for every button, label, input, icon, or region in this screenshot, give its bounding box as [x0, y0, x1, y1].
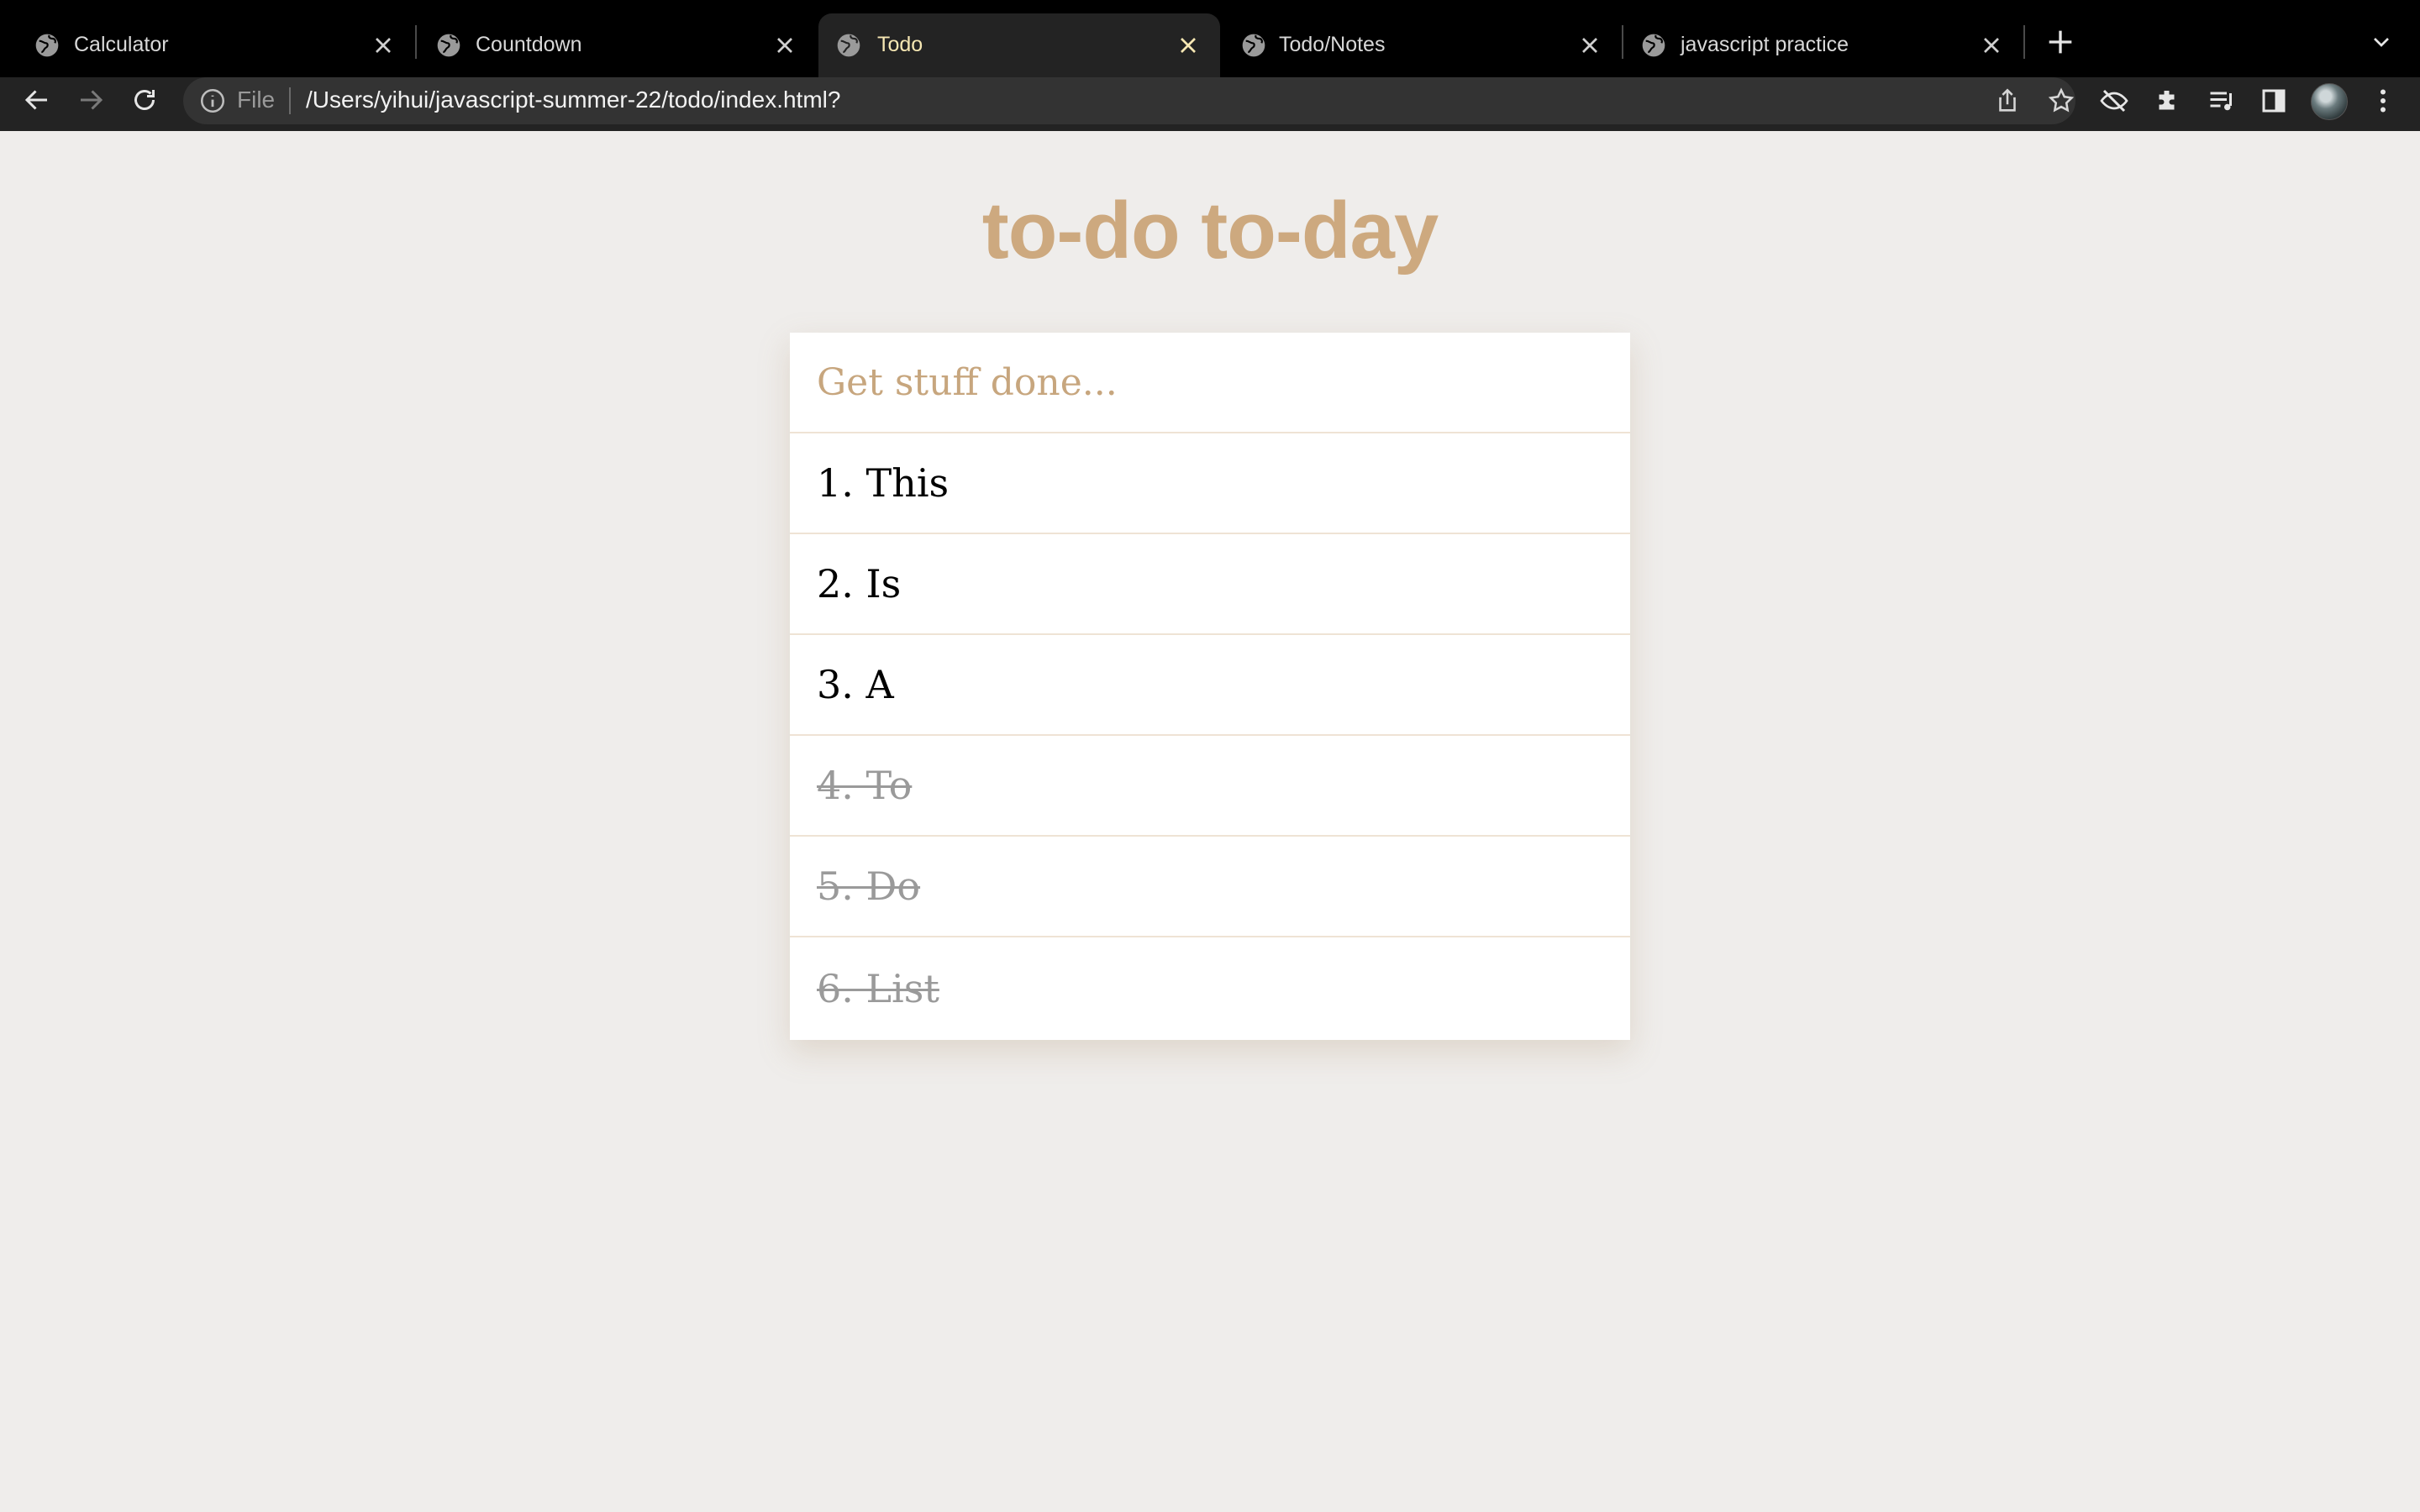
tab-title: Countdown [476, 33, 582, 56]
globe-icon [437, 34, 460, 57]
todo-list: 1. This 2. Is 3. A 4. To 5. Do 6. List [790, 433, 1630, 1040]
address-bar[interactable]: File /Users/yihui/javascript-summer-22/t… [183, 77, 2075, 124]
tab-title: javascript practice [1681, 33, 1849, 56]
close-tab-icon[interactable] [370, 32, 397, 59]
todo-item[interactable]: 1. This [790, 433, 1630, 534]
globe-icon [837, 34, 860, 57]
omnibox-divider [289, 87, 291, 114]
info-icon[interactable] [198, 87, 227, 115]
globe-icon [35, 34, 59, 57]
new-tab-icon[interactable] [2044, 25, 2077, 59]
playlist-icon[interactable] [2207, 86, 2237, 116]
tab-calculator[interactable]: Calculator [0, 13, 415, 77]
star-icon[interactable] [2047, 87, 2075, 115]
avatar[interactable] [2311, 83, 2348, 120]
todo-item[interactable]: 2. Is [790, 534, 1630, 635]
todo-input[interactable] [790, 333, 1630, 433]
globe-icon [1242, 34, 1265, 57]
reload-icon[interactable] [129, 85, 160, 115]
todo-item-done[interactable]: 6. List [790, 937, 1630, 1040]
close-tab-icon[interactable] [1576, 32, 1603, 59]
eye-slash-icon[interactable] [2099, 86, 2129, 116]
tab-separator [2023, 25, 2025, 59]
arrow-right-icon[interactable] [76, 85, 106, 115]
kebab-menu-icon[interactable] [2368, 86, 2398, 116]
tab-javascript-practice[interactable]: javascript practice [1623, 13, 2023, 77]
close-tab-icon[interactable] [1175, 32, 1202, 59]
tab-title: Todo [877, 33, 923, 56]
arrow-left-icon[interactable] [22, 85, 52, 115]
close-tab-icon[interactable] [1978, 32, 2005, 59]
todo-item-done[interactable]: 5. Do [790, 837, 1630, 937]
tab-title: Calculator [74, 33, 169, 56]
tab-countdown[interactable]: Countdown [417, 13, 817, 77]
globe-icon [1642, 34, 1665, 57]
tab-strip: Calculator Countdown Todo Todo/Notes jav… [0, 0, 2420, 77]
page-title: to-do to-day [981, 186, 1439, 276]
tab-title: Todo/Notes [1279, 33, 1386, 56]
todo-item[interactable]: 3. A [790, 635, 1630, 736]
todo-item-done[interactable]: 4. To [790, 736, 1630, 837]
scheme-label: File [237, 87, 276, 113]
side-panel-icon[interactable] [2259, 86, 2289, 116]
close-tab-icon[interactable] [771, 32, 798, 59]
tab-todo-notes[interactable]: Todo/Notes [1222, 13, 1622, 77]
todo-card: 1. This 2. Is 3. A 4. To 5. Do 6. List [790, 333, 1630, 1040]
tab-todo[interactable]: Todo [818, 13, 1220, 77]
chevron-down-icon[interactable] [2368, 29, 2395, 55]
url-text[interactable]: /Users/yihui/javascript-summer-22/todo/i… [306, 87, 840, 113]
share-icon[interactable] [1993, 87, 2022, 115]
puzzle-icon[interactable] [2153, 86, 2183, 116]
browser-toolbar: File /Users/yihui/javascript-summer-22/t… [0, 77, 2420, 131]
